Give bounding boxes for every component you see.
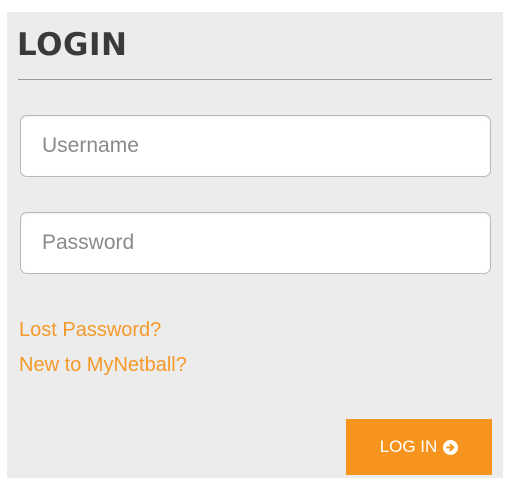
circle-arrow-right-icon — [443, 439, 459, 455]
title-divider — [18, 79, 492, 80]
lost-password-link[interactable]: Lost Password? — [19, 320, 161, 340]
username-input[interactable] — [20, 115, 491, 177]
password-input[interactable] — [20, 212, 491, 274]
login-panel: LOGIN Lost Password? New to MyNetball? L… — [7, 12, 503, 478]
login-button[interactable]: LOG IN — [346, 419, 492, 475]
new-user-link[interactable]: New to MyNetball? — [19, 355, 187, 375]
login-button-label: LOG IN — [379, 437, 438, 456]
login-title: LOGIN — [17, 27, 128, 63]
